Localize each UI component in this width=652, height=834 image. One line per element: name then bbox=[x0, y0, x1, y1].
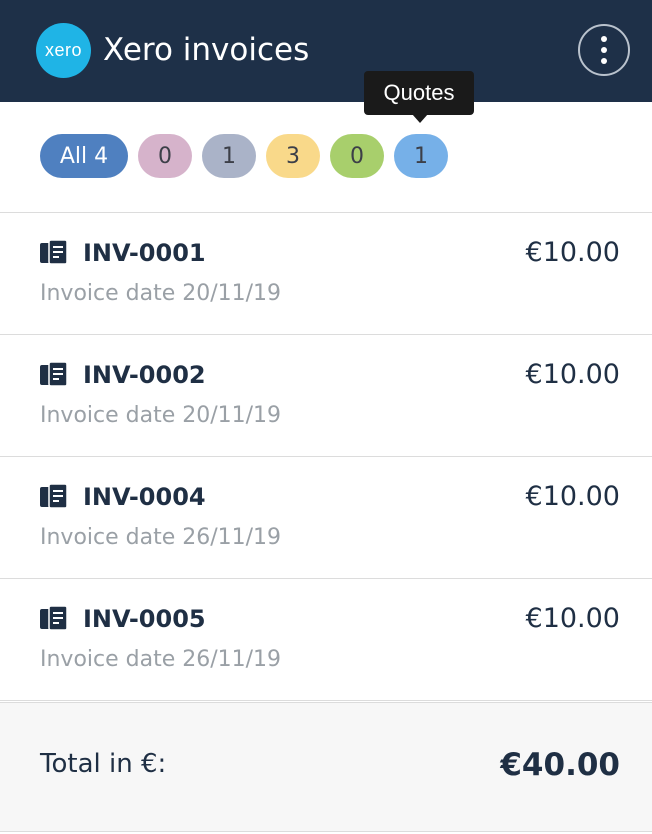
filter-status-2[interactable]: 1 bbox=[202, 134, 256, 178]
invoice-amount: €10.00 bbox=[525, 237, 620, 268]
invoice-date: Invoice date 26/11/19 bbox=[40, 525, 282, 550]
filter-status-1[interactable]: 0 bbox=[138, 134, 192, 178]
invoice-amount: €10.00 bbox=[525, 359, 620, 390]
invoice-date: Invoice date 20/11/19 bbox=[40, 281, 282, 306]
more-options-button[interactable] bbox=[578, 24, 630, 76]
invoice-date: Invoice date 26/11/19 bbox=[40, 647, 282, 672]
invoice-number: INV-0001 bbox=[83, 239, 206, 267]
invoice-row[interactable]: INV-0001 €10.00 Invoice date 20/11/19 bbox=[0, 213, 652, 335]
invoice-number: INV-0005 bbox=[83, 605, 206, 633]
filter-quotes[interactable]: 1 bbox=[394, 134, 448, 178]
status-filters: All 4 0 1 3 0 1 bbox=[40, 134, 448, 178]
more-vertical-icon bbox=[601, 58, 607, 64]
invoice-row[interactable]: INV-0005 €10.00 Invoice date 26/11/19 bbox=[0, 579, 652, 701]
invoice-date: Invoice date 20/11/19 bbox=[40, 403, 282, 428]
app-title: Xero invoices bbox=[103, 32, 310, 68]
invoice-number: INV-0004 bbox=[83, 483, 206, 511]
more-vertical-icon bbox=[601, 36, 607, 42]
total-value: €40.00 bbox=[500, 747, 620, 783]
invoice-icon bbox=[40, 484, 68, 509]
filter-status-3[interactable]: 3 bbox=[266, 134, 320, 178]
total-label: Total in €: bbox=[40, 749, 167, 779]
invoice-list: INV-0001 €10.00 Invoice date 20/11/19 IN… bbox=[0, 213, 652, 701]
invoice-amount: €10.00 bbox=[525, 481, 620, 512]
filter-status-4[interactable]: 0 bbox=[330, 134, 384, 178]
invoice-row[interactable]: INV-0004 €10.00 Invoice date 26/11/19 bbox=[0, 457, 652, 579]
invoice-row[interactable]: INV-0002 €10.00 Invoice date 20/11/19 bbox=[0, 335, 652, 457]
app-header: xero Xero invoices bbox=[0, 0, 652, 102]
invoice-icon bbox=[40, 240, 68, 265]
invoice-icon bbox=[40, 606, 68, 631]
quotes-tooltip: Quotes bbox=[364, 71, 474, 123]
more-vertical-icon bbox=[601, 47, 607, 53]
logo-text: xero bbox=[44, 40, 82, 60]
invoice-icon bbox=[40, 362, 68, 387]
total-footer: Total in €: €40.00 bbox=[0, 702, 652, 832]
invoice-amount: €10.00 bbox=[525, 603, 620, 634]
invoice-number: INV-0002 bbox=[83, 361, 206, 389]
filter-all[interactable]: All 4 bbox=[40, 134, 128, 178]
xero-logo: xero bbox=[36, 23, 91, 78]
